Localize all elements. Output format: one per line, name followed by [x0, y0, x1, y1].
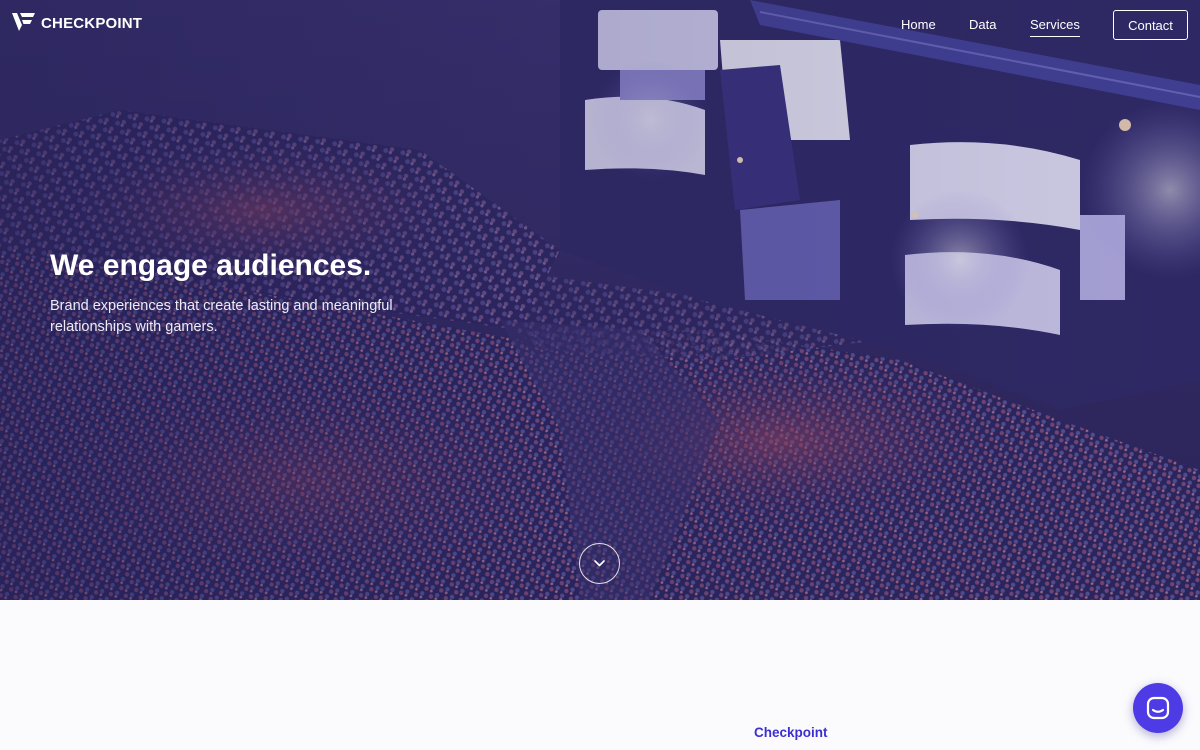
brand-logo[interactable]: CHECKPOINT: [12, 13, 142, 33]
hero-section: CHECKPOINT Home Data Services Contact We…: [0, 0, 1200, 600]
nav-link-data[interactable]: Data: [969, 18, 996, 32]
section-label: Checkpoint: [754, 725, 828, 740]
hero-title: We engage audiences.: [50, 249, 372, 282]
hero-subtitle: Brand experiences that create lasting an…: [50, 298, 393, 335]
brand-name: CHECKPOINT: [41, 14, 143, 32]
nav-link-home[interactable]: Home: [901, 18, 936, 32]
checkpoint-logo-icon: [12, 13, 35, 31]
nav-link-services[interactable]: Services: [1030, 18, 1080, 37]
chat-icon: [1146, 696, 1170, 720]
scroll-down-button[interactable]: [579, 543, 620, 584]
top-navigation: CHECKPOINT Home Data Services Contact: [0, 0, 1200, 50]
chat-launcher-button[interactable]: [1133, 683, 1183, 733]
chevron-down-icon: [594, 560, 605, 567]
contact-button[interactable]: Contact: [1113, 10, 1188, 40]
page: CHECKPOINT Home Data Services Contact We…: [0, 0, 1200, 750]
